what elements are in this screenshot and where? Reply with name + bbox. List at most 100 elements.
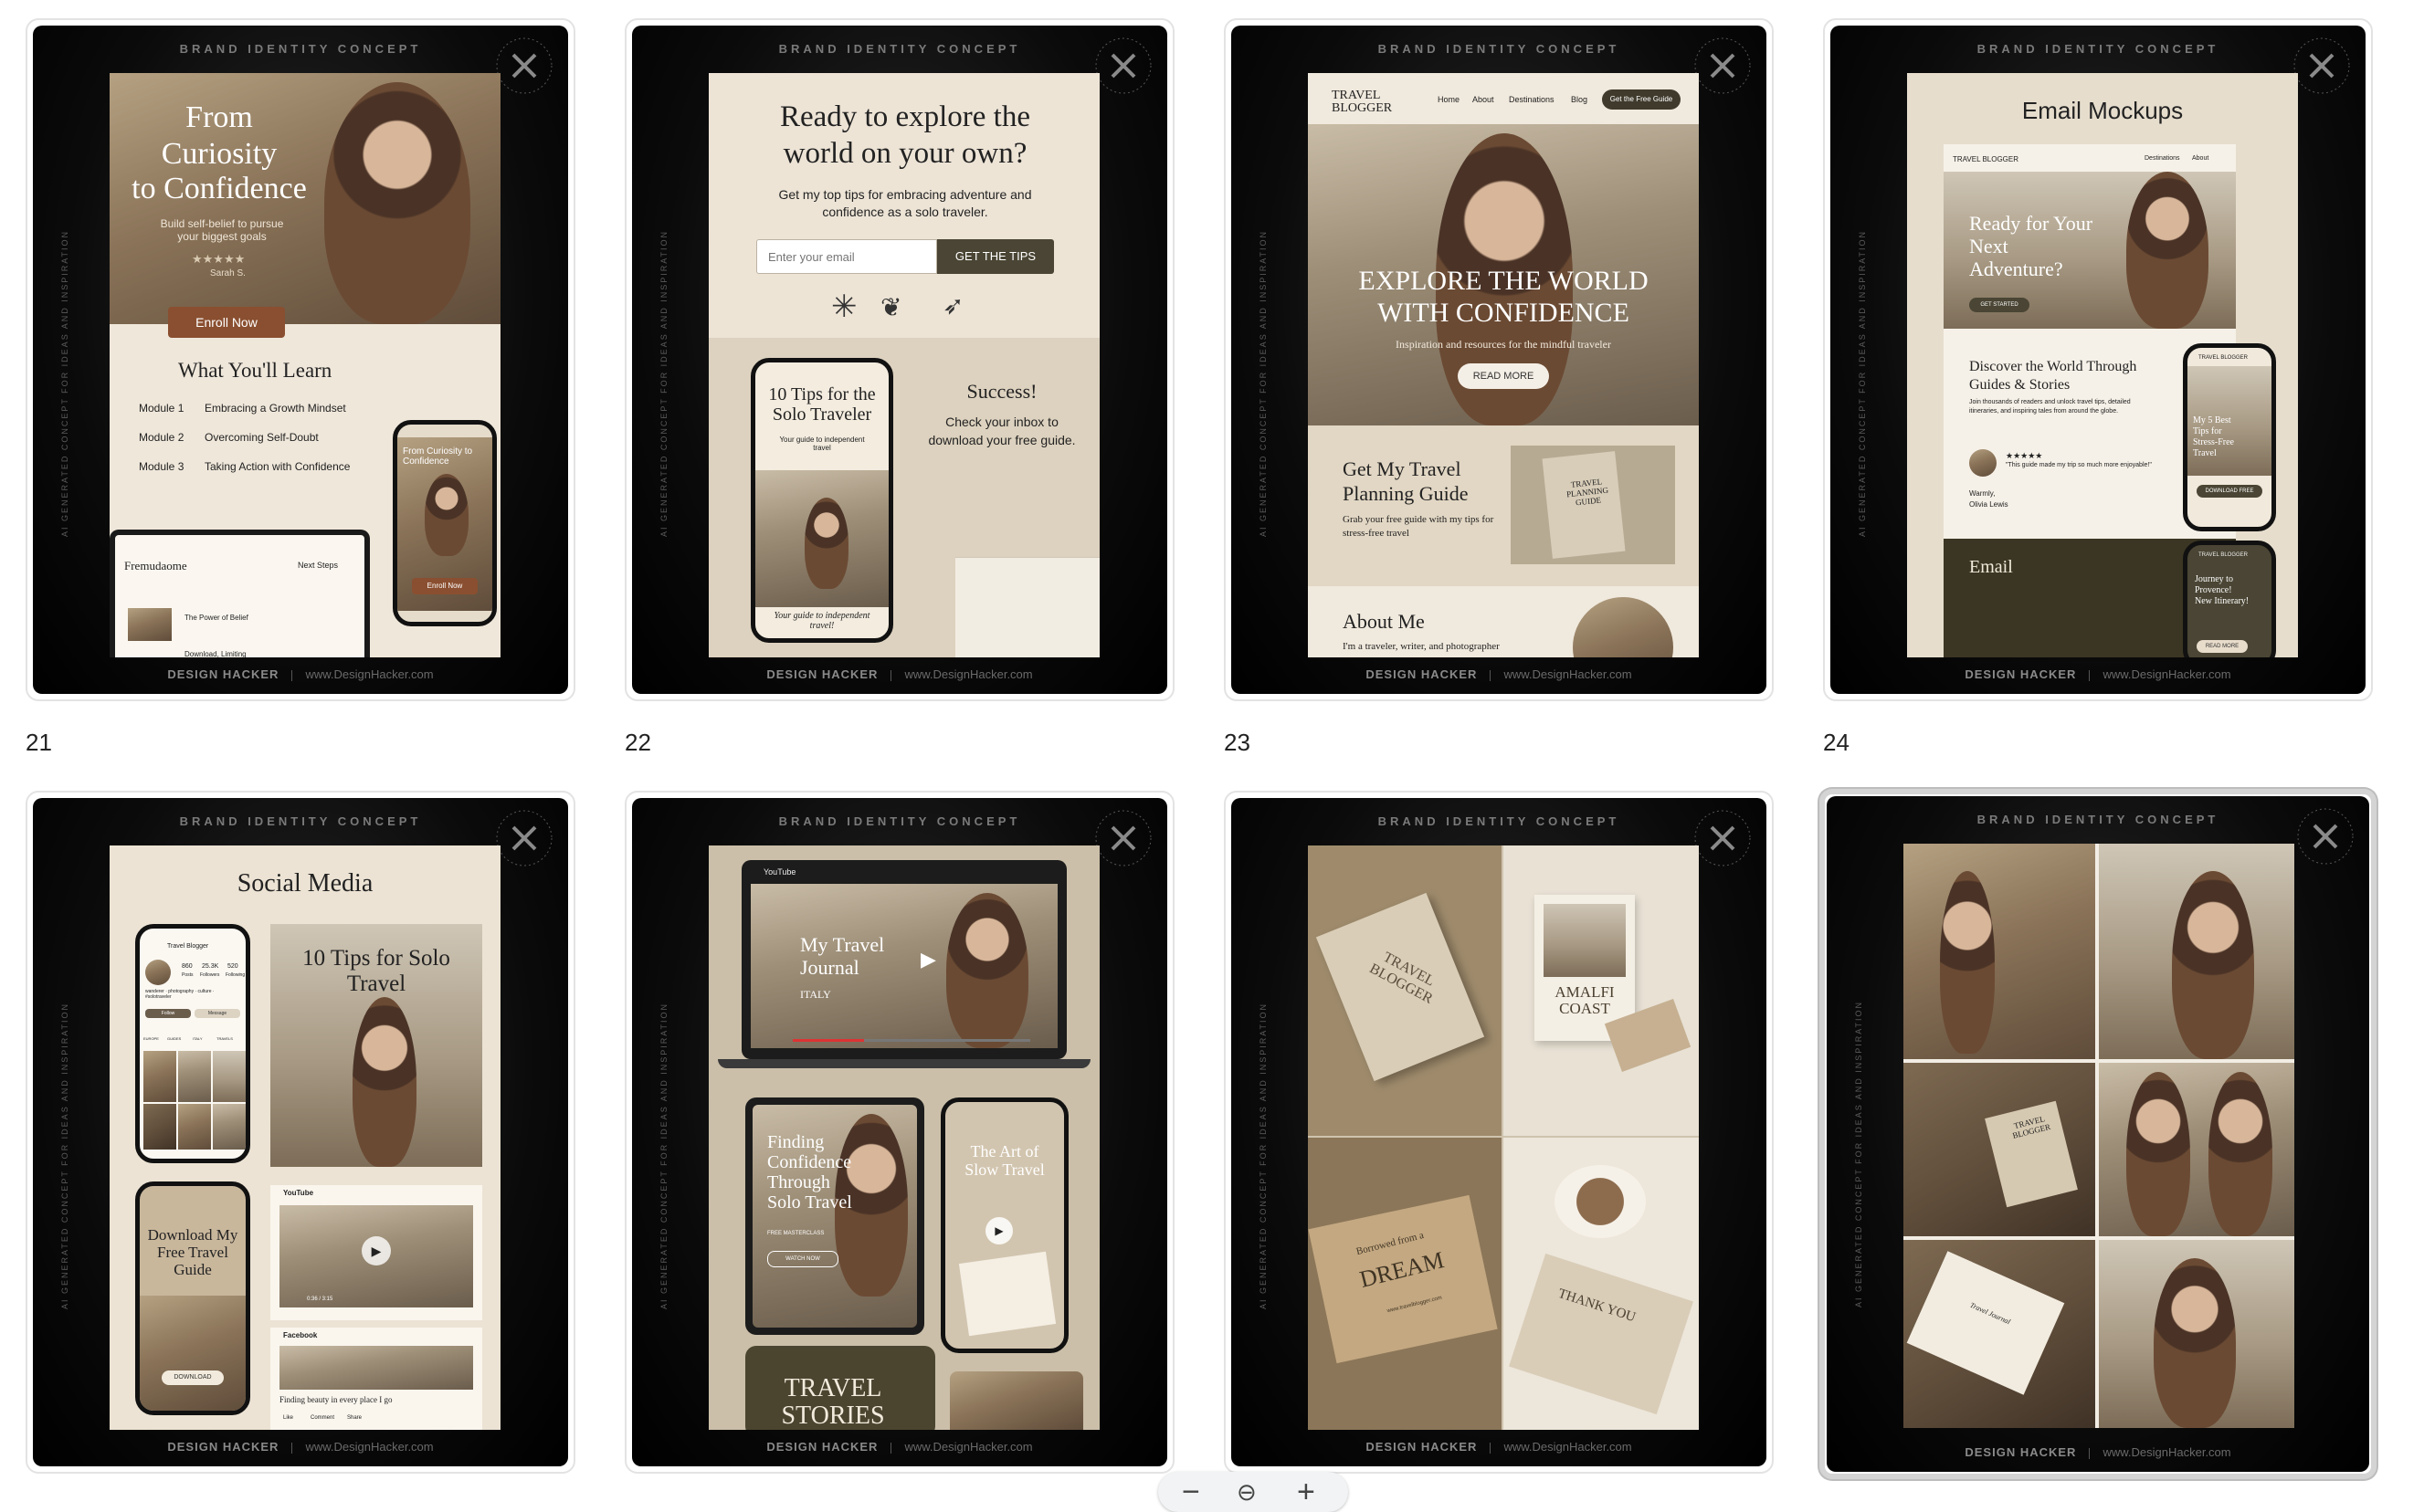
facebook-comment[interactable]: Comment (311, 1415, 334, 1421)
watch-now-button[interactable]: WATCH NOW (767, 1251, 838, 1267)
slide-21-artwork: From Curiosity to Confidence Build self-… (110, 73, 501, 657)
nav-blog[interactable]: Blog (1571, 95, 1587, 104)
phone-play-icon[interactable]: ▶ (985, 1217, 1013, 1244)
slide-card-28[interactable]: BRAND IDENTITY CONCEPT AI GENERATED CONC… (1819, 789, 2377, 1479)
module-2-label: Module 2 (139, 431, 184, 444)
facebook-like[interactable]: Like (283, 1415, 293, 1421)
laptop-title: Fremudaome (124, 559, 187, 572)
phone-2-read-more-button[interactable]: READ MORE (2197, 640, 2248, 653)
youtube-label: YouTube (283, 1189, 314, 1197)
video-progress-fill (793, 1039, 864, 1042)
ig-avatar (145, 960, 171, 985)
story-download-button[interactable]: DOWNLOAD (162, 1370, 224, 1385)
photo-1-woman (1940, 871, 1995, 1054)
phone-mockup-2: TRAVEL BLOGGER Journey to Provence! New … (2183, 541, 2276, 657)
mail-testimonial-avatar (1969, 449, 1997, 477)
slide-27-artwork: TRAVEL BLOGGER AMALFI COAST Borrowed fro… (1308, 845, 1699, 1430)
slide-card-21[interactable]: BRAND IDENTITY CONCEPT AI GENERATED CONC… (26, 18, 575, 701)
travel-stories-title: TRAVEL STORIES (781, 1374, 885, 1430)
email-input[interactable] (756, 239, 937, 274)
slide-card-27[interactable]: BRAND IDENTITY CONCEPT AI GENERATED CONC… (1224, 791, 1774, 1474)
email-label: Email (1969, 557, 2013, 577)
video-play-icon[interactable]: ▶ (921, 948, 936, 971)
footer-url: www.DesignHacker.com (1503, 1440, 1632, 1454)
phone-title: From Curiosity to Confidence (403, 446, 473, 467)
slide-25-artwork: Social Media Travel Blogger 860 25.3K 52… (110, 845, 501, 1430)
ig-stat-followers: 25.3K (202, 963, 219, 970)
slide-number-22: 22 (625, 729, 651, 756)
mail-hero-woman (2126, 172, 2208, 329)
slide-footer: DESIGN HACKER www.DesignHacker.com (1231, 667, 1766, 681)
mail-hero-title: Ready for Your Next Adventure? (1969, 212, 2093, 280)
hero-stars: ★★★★★ (192, 252, 246, 266)
facebook-share[interactable]: Share (347, 1415, 362, 1421)
phone-subtitle: Your guide to independent travel (779, 436, 865, 452)
ig-grid-6 (213, 1104, 246, 1150)
mail-body: Join thousands of readers and unlock tra… (1969, 399, 2131, 415)
nav-destinations[interactable]: Destinations (1509, 95, 1555, 104)
about-title: About Me (1343, 610, 1425, 633)
nav-free-guide-button[interactable]: Get the Free Guide (1602, 89, 1681, 110)
slide-card-25[interactable]: BRAND IDENTITY CONCEPT AI GENERATED CONC… (26, 791, 575, 1474)
facebook-label: Facebook (283, 1331, 318, 1339)
laptop-base (718, 1059, 1091, 1068)
zoom-out-button[interactable]: − (1182, 1474, 1200, 1510)
footer-url: www.DesignHacker.com (2103, 1445, 2231, 1459)
hero-title: EXPLORE THE WORLD WITH CONFIDENCE (1358, 266, 1649, 328)
mail-stars: ★★★★★ (2006, 451, 2043, 460)
ig-bio: wanderer · photography · culture · #solo… (145, 989, 215, 1000)
slide-footer: DESIGN HACKER www.DesignHacker.com (632, 667, 1167, 681)
slide-card-22[interactable]: BRAND IDENTITY CONCEPT AI GENERATED CONC… (625, 18, 1175, 701)
nav-home[interactable]: Home (1438, 95, 1460, 104)
enroll-now-button[interactable]: Enroll Now (168, 307, 285, 338)
slide-27: BRAND IDENTITY CONCEPT AI GENERATED CONC… (1231, 798, 1766, 1466)
side-caption: AI GENERATED CONCEPT FOR IDEAS AND INSPI… (60, 1002, 69, 1309)
read-more-button[interactable]: READ MORE (1458, 363, 1549, 389)
guide-book: TRAVEL PLANNING GUIDE (1511, 446, 1675, 564)
mail-nav-destinations[interactable]: Destinations (2145, 155, 2180, 162)
slide-card-24[interactable]: BRAND IDENTITY CONCEPT AI GENERATED CONC… (1823, 18, 2373, 701)
laptop-item-2: Download, Limiting (184, 650, 247, 657)
ig-message-button[interactable]: Message (195, 1009, 240, 1018)
postcard-photo (1544, 904, 1626, 977)
photo-6-woman (2154, 1258, 2236, 1428)
phone-mockup: The Art of Slow Travel ▶ (941, 1097, 1069, 1353)
footer-divider (1490, 1442, 1491, 1454)
zoom-in-button[interactable]: + (1297, 1474, 1315, 1510)
slide-25: BRAND IDENTITY CONCEPT AI GENERATED CONC… (33, 798, 568, 1466)
laptop-mockup: Fremudaome Next Steps The Power of Belie… (110, 530, 370, 657)
mail-nav-about[interactable]: About (2192, 155, 2208, 162)
hero-subtitle: Inspiration and resources for the mindfu… (1396, 338, 1611, 351)
slide-card-23[interactable]: BRAND IDENTITY CONCEPT AI GENERATED CONC… (1224, 18, 1774, 701)
ig-grid-2 (178, 1051, 211, 1102)
ig-follow-button[interactable]: Follow (145, 1009, 191, 1018)
phone-enroll-button[interactable]: Enroll Now (412, 578, 478, 594)
get-the-tips-button[interactable]: GET THE TIPS (937, 239, 1054, 274)
video-progress[interactable] (793, 1039, 1030, 1042)
hero-title-line-1: From (185, 100, 253, 134)
laptop-item-1: The Power of Belief (184, 614, 248, 622)
post-title: 10 Tips for Solo Travel (302, 946, 450, 996)
mail-heading: Discover the World Through Guides & Stor… (1969, 359, 2137, 393)
get-started-button[interactable]: GET STARTED (1969, 298, 2029, 312)
nav-about[interactable]: About (1472, 95, 1494, 104)
ig-grid-5 (178, 1104, 211, 1150)
mail-sign-1: Warmly, (1969, 489, 1996, 498)
footer-brand: DESIGN HACKER (766, 667, 879, 681)
laptop-mockup: YouTube My Travel Journal ITALY ▶ (742, 860, 1067, 1059)
slide-24-artwork: Email Mockups TRAVEL BLOGGER Destination… (1907, 73, 2298, 657)
footer-url: www.DesignHacker.com (904, 667, 1033, 681)
phone-1-download-button[interactable]: DOWNLOAD FREE (2197, 485, 2262, 498)
video-subtitle: ITALY (800, 988, 831, 1001)
youtube-play-icon[interactable]: ▶ (362, 1236, 391, 1265)
guide-title: Get My Travel Planning Guide (1343, 457, 1469, 505)
zoom-reset-icon[interactable]: ⊖ (1237, 1474, 1257, 1510)
ig-stat-label-following: Following (226, 972, 246, 978)
slide-26-artwork: YouTube My Travel Journal ITALY ▶ Findin… (709, 845, 1100, 1430)
video-title: My Travel Journal (800, 933, 885, 979)
ig-stat-label-posts: Posts (182, 972, 194, 978)
hero-reviewer: Sarah S. (210, 268, 246, 278)
grid-photo-1 (1903, 844, 2095, 1059)
slide-card-26[interactable]: BRAND IDENTITY CONCEPT AI GENERATED CONC… (625, 791, 1175, 1474)
design-hacker-badge (2291, 802, 2360, 871)
